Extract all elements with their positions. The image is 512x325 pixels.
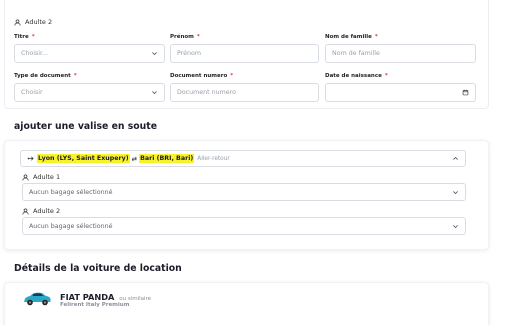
doc-number-field[interactable]: Document numero [170, 83, 319, 102]
luggage-select-1-value: Aucun bagage sélectionné [29, 188, 113, 196]
chevron-up-icon[interactable] [452, 155, 459, 162]
doc-number-label: Document numero * [170, 73, 234, 79]
first-name-field[interactable]: Prénom [170, 44, 319, 63]
first-name-label: Prénom * [170, 34, 200, 40]
luggage-passenger-1: Adulte 1 [22, 173, 60, 181]
last-name-field[interactable]: Nom de famille [325, 44, 476, 63]
last-name-label: Nom de famille * [325, 34, 378, 40]
luggage-passenger-2-name: Adulte 2 [33, 207, 61, 215]
car-image [24, 292, 51, 306]
swap-icon: ⇄ [131, 154, 138, 163]
birth-date-field[interactable] [325, 83, 476, 102]
title-select[interactable]: Choisir... [14, 44, 165, 63]
route-accordion-header[interactable]: Lyon (LYS, Saint Exupery) ⇄ Bari (BRI, B… [20, 150, 466, 167]
luggage-select-2-value: Aucun bagage sélectionné [29, 222, 113, 230]
trip-type: Aller-retour [197, 155, 230, 162]
luggage-section-title: ajouter une valise en soute [14, 121, 158, 132]
first-name-placeholder: Prénom [177, 50, 201, 57]
chevron-down-icon [453, 190, 458, 194]
doc-number-placeholder: Document numero [177, 89, 236, 96]
car-model-text: FIAT PANDA [60, 292, 115, 302]
route-destination: Bari (BRI, Bari) [139, 154, 195, 163]
rental-section-title: Détails de la voiture de location [14, 263, 182, 274]
title-select-value: Choisir... [21, 50, 49, 57]
passenger-header: Adulte 2 [14, 18, 52, 26]
calendar-icon[interactable] [462, 89, 469, 96]
doc-type-select[interactable]: Choisir [14, 83, 165, 102]
car-model: FIAT PANDA ou similaire [60, 292, 151, 302]
luggage-select-1[interactable]: Aucun bagage sélectionné [22, 183, 466, 201]
title-label: Titre * [14, 34, 35, 40]
route-origin: Lyon (LYS, Saint Exupery) [37, 154, 130, 163]
luggage-select-2[interactable]: Aucun bagage sélectionné [22, 217, 466, 235]
birth-date-label: Date de naissance * [325, 73, 388, 79]
car-provider: Felirent Italy Premium [60, 302, 130, 308]
user-icon [22, 173, 29, 181]
doc-type-select-value: Choisir [21, 89, 43, 96]
chevron-down-icon [453, 224, 458, 228]
chevron-down-icon [152, 52, 157, 56]
plane-icon [27, 156, 34, 161]
last-name-placeholder: Nom de famille [332, 50, 380, 57]
user-icon [22, 207, 29, 215]
user-icon [14, 18, 21, 26]
passenger-name: Adulte 2 [25, 18, 53, 26]
luggage-passenger-1-name: Adulte 1 [33, 173, 61, 181]
chevron-down-icon [152, 91, 157, 95]
doc-type-label: Type de document * [14, 73, 77, 79]
luggage-passenger-2: Adulte 2 [22, 207, 60, 215]
